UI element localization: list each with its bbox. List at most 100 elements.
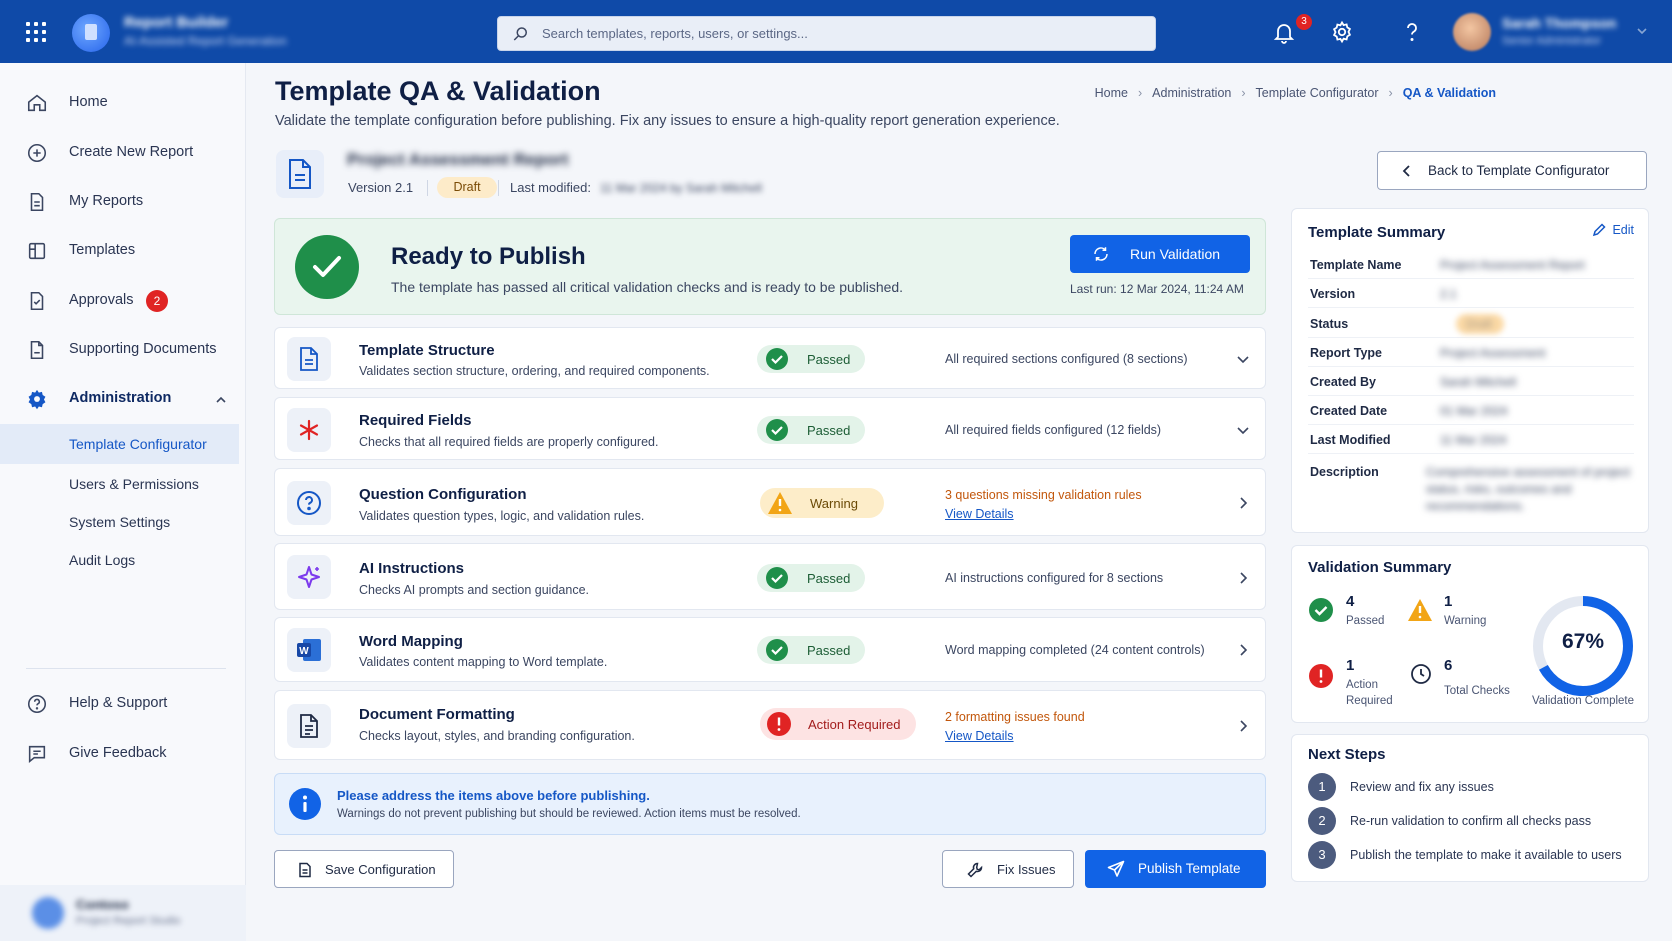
org-subtitle: Project Report Studio [76, 915, 181, 927]
sidebar-item-templates[interactable]: Templates [0, 231, 246, 271]
avatar[interactable] [1453, 13, 1491, 51]
help-icon[interactable] [1400, 20, 1424, 44]
summary-label: Report Type [1310, 346, 1382, 360]
sidebar-subitem-users-permissions[interactable]: Users & Permissions [0, 464, 239, 504]
search-bar[interactable] [497, 16, 1156, 51]
sidebar-item-label: Home [69, 94, 108, 110]
word-icon: W [287, 628, 331, 672]
publish-template-button[interactable]: Publish Template [1085, 850, 1266, 888]
check-row-word-mapping[interactable]: W Word Mapping Validates content mapping… [274, 617, 1266, 682]
breadcrumb-administration[interactable]: Administration [1152, 86, 1231, 100]
chevron-right-icon[interactable] [1236, 643, 1250, 657]
chevron-down-icon[interactable] [1236, 352, 1250, 366]
page-subtitle: Validate the template configuration befo… [275, 113, 1060, 129]
search-input[interactable] [542, 17, 1142, 50]
step-number: 1 [1308, 773, 1336, 801]
document-icon [30, 192, 44, 212]
check-description: Checks that all required fields are prop… [359, 435, 659, 449]
status-passed: Passed [757, 416, 865, 444]
summary-label: Created By [1310, 375, 1376, 389]
chevron-down-icon[interactable] [1636, 25, 1648, 37]
app-launcher-icon[interactable] [26, 22, 46, 42]
ready-title: Ready to Publish [391, 243, 586, 270]
chevron-down-icon[interactable] [1236, 423, 1250, 437]
fix-issues-button[interactable]: Fix Issues [942, 850, 1074, 888]
sidebar-item-help-support[interactable]: Help & Support [0, 684, 246, 724]
chevron-left-icon [1402, 165, 1410, 177]
chevron-right-icon[interactable] [1236, 571, 1250, 585]
home-icon [27, 94, 47, 112]
gear-icon [28, 389, 46, 410]
back-to-configurator-button[interactable]: Back to Template Configurator [1377, 151, 1647, 190]
status-label: Warning [810, 496, 858, 511]
step-label: Re-run validation to confirm all checks … [1350, 814, 1592, 828]
next-step-item: 3 Publish the template to make it availa… [1308, 841, 1638, 869]
fix-issues-label: Fix Issues [997, 862, 1056, 877]
search-icon [513, 27, 527, 41]
ready-description: The template has passed all critical val… [391, 279, 904, 295]
check-row-question-configuration[interactable]: Question Configuration Validates questio… [274, 468, 1266, 536]
info-icon [289, 788, 321, 820]
summary-label: Template Name [1310, 258, 1402, 272]
check-row-document-formatting[interactable]: Document Formatting Checks layout, style… [274, 690, 1266, 760]
app-name: Report Builder [124, 14, 229, 31]
check-row-ai-instructions[interactable]: AI Instructions Checks AI prompts and se… [274, 543, 1266, 610]
check-row-template-structure[interactable]: Template Structure Validates section str… [274, 327, 1266, 389]
breadcrumb: Home › Administration › Template Configu… [1095, 86, 1496, 100]
sidebar-item-my-reports[interactable]: My Reports [0, 182, 246, 222]
step-label: Review and fix any issues [1350, 780, 1494, 794]
view-details-link[interactable]: View Details [945, 729, 1014, 743]
status-label: Passed [807, 423, 851, 438]
status-label: Passed [807, 352, 851, 367]
summary-label: Last Modified [1310, 433, 1391, 447]
summary-value: 11 Mar 2024 [1440, 433, 1507, 447]
sidebar-item-home[interactable]: Home [0, 83, 246, 123]
warning-number: 1 [1444, 593, 1453, 610]
asterisk-icon [287, 408, 331, 452]
breadcrumb-current: QA & Validation [1402, 86, 1496, 100]
check-detail: AI instructions configured for 8 section… [945, 571, 1164, 585]
wrench-icon [967, 862, 983, 878]
next-step-item: 2 Re-run validation to confirm all check… [1308, 807, 1638, 835]
document-icon [287, 337, 331, 381]
last-modified-value: 11 Mar 2024 by Sarah Mitchell [600, 181, 762, 195]
summary-row: Created By Sarah Mitchell [1308, 368, 1634, 396]
status-action-required: Action Required [760, 708, 916, 740]
view-details-link[interactable]: View Details [945, 507, 1014, 521]
edit-label: Edit [1612, 223, 1634, 237]
breadcrumb-home[interactable]: Home [1095, 86, 1128, 100]
chevron-right-icon[interactable] [1236, 719, 1250, 733]
save-configuration-button[interactable]: Save Configuration [274, 850, 454, 888]
sidebar-subitem-label: Template Configurator [69, 436, 207, 452]
sidebar-item-supporting-documents[interactable]: Supporting Documents [0, 330, 246, 370]
approvals-badge: 2 [146, 290, 168, 312]
sidebar-subitem-audit-logs[interactable]: Audit Logs [0, 540, 239, 580]
sidebar-subitem-system-settings[interactable]: System Settings [0, 502, 239, 542]
bell-icon[interactable] [1272, 20, 1296, 44]
gear-icon[interactable] [1330, 20, 1354, 44]
check-row-required-fields[interactable]: Required Fields Checks that all required… [274, 397, 1266, 460]
breadcrumb-template-configurator[interactable]: Template Configurator [1256, 86, 1379, 100]
sidebar-item-label: Approvals [69, 292, 134, 308]
edit-link[interactable]: Edit [1593, 223, 1634, 237]
sidebar-item-create-new-report[interactable]: Create New Report [0, 133, 246, 173]
layout-icon [28, 242, 46, 260]
pencil-icon [1593, 223, 1607, 237]
step-number: 2 [1308, 807, 1336, 835]
plus-circle-icon [27, 143, 47, 163]
sidebar-item-approvals[interactable]: Approvals 2 [0, 281, 246, 321]
chevron-right-icon[interactable] [1236, 496, 1250, 510]
run-validation-button[interactable]: Run Validation [1070, 235, 1250, 273]
sidebar-item-give-feedback[interactable]: Give Feedback [0, 734, 246, 774]
action-number: 1 [1346, 657, 1355, 674]
refresh-icon [1094, 247, 1108, 261]
send-icon [1107, 860, 1125, 877]
sidebar-item-administration[interactable]: Administration [0, 379, 246, 419]
org-switcher[interactable]: Contoso Project Report Studio [0, 885, 246, 941]
status-passed: Passed [757, 345, 865, 373]
summary-label: Created Date [1310, 404, 1388, 418]
info-description: Warnings do not prevent publishing but s… [337, 808, 801, 820]
chevron-up-icon[interactable] [214, 393, 228, 407]
validation-complete-label: Validation Complete [1531, 695, 1635, 707]
sidebar-subitem-template-configurator[interactable]: Template Configurator [0, 424, 239, 464]
